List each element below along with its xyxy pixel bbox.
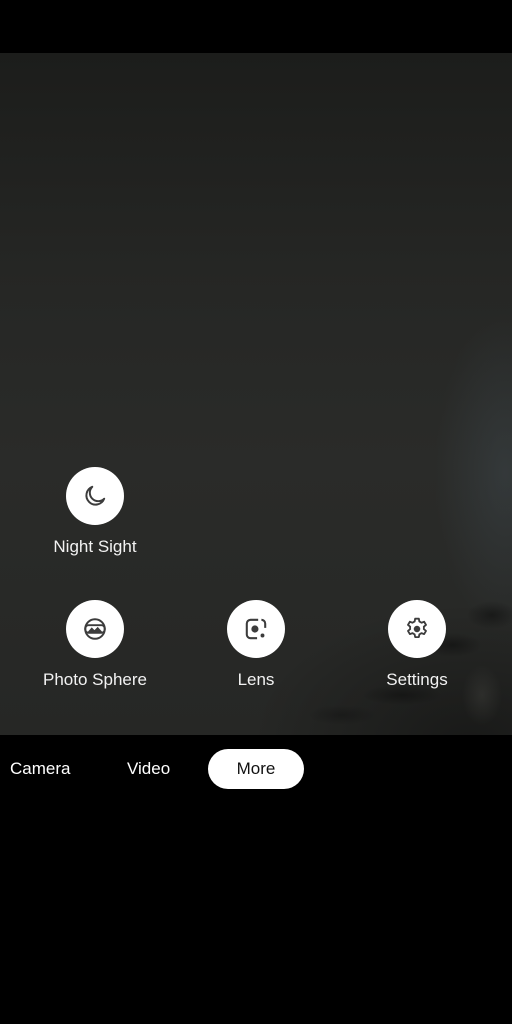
tab-video[interactable]: Video [127,749,170,789]
settings-label: Settings [386,670,448,689]
photo-sphere-button[interactable] [66,600,124,658]
lens-button[interactable] [227,600,285,658]
night-sight-button[interactable] [66,467,124,525]
status-bar-area [0,0,512,53]
photo-sphere-icon [84,618,106,640]
mode-settings[interactable]: Settings [352,600,482,690]
tab-more[interactable]: More [208,749,304,789]
night-sight-label: Night Sight [53,537,137,556]
mode-lens[interactable]: Lens [191,600,321,690]
photo-sphere-label: Photo Sphere [43,670,147,689]
mode-night-sight[interactable]: Night Sight [30,467,160,557]
settings-button[interactable] [388,600,446,658]
moon-icon [85,485,106,506]
tab-camera[interactable]: Camera [10,749,70,789]
mode-photo-sphere[interactable]: Photo Sphere [30,600,160,690]
lens-icon [245,618,267,640]
lens-label: Lens [237,670,275,689]
gear-icon [407,617,427,639]
mode-switcher-bar: Camera Video More [0,735,512,1024]
